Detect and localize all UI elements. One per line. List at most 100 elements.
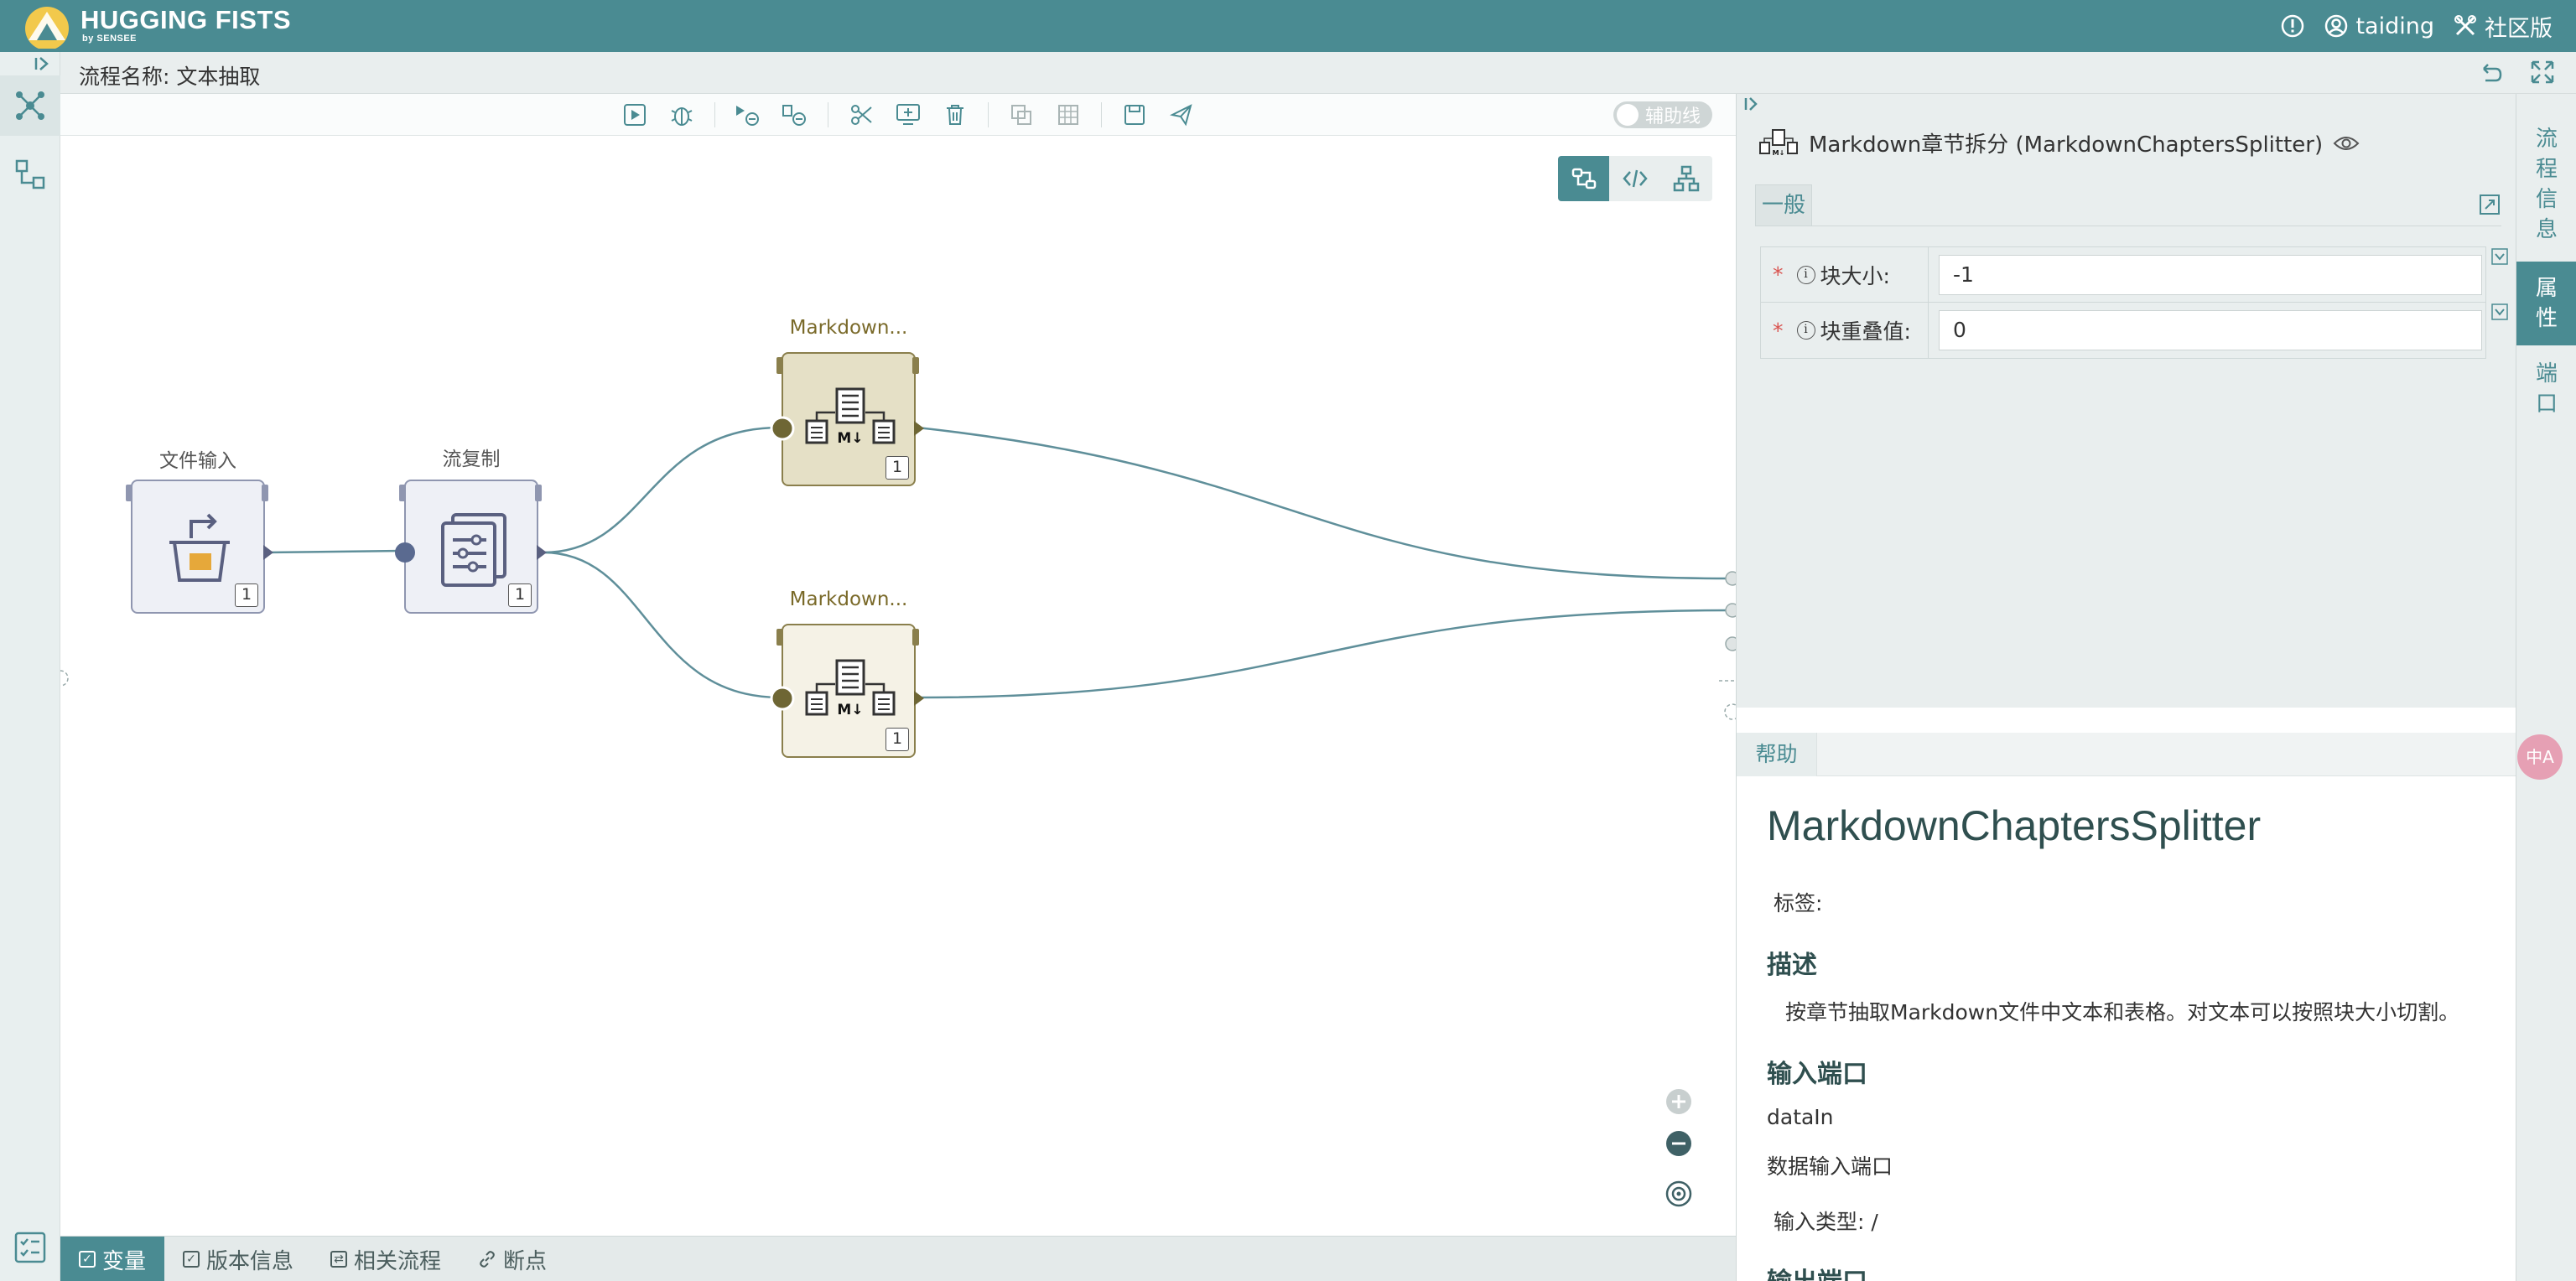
left-rail: [0, 52, 60, 1281]
tools-icon: [2454, 15, 2476, 36]
markdown-splitter-icon: M↓: [805, 659, 896, 718]
help-desc-heading: 描述: [1767, 951, 1817, 980]
dropdown-icon[interactable]: [2491, 248, 2508, 265]
rail-flow-list[interactable]: [0, 144, 60, 205]
help-input-heading: 输入端口: [1767, 1060, 1867, 1089]
chunk-size-input[interactable]: -1: [1939, 254, 2482, 295]
node-handle: [776, 629, 783, 646]
node-count-badge: 1: [508, 583, 532, 607]
input-port[interactable]: [394, 542, 416, 563]
node-handle: [912, 629, 919, 646]
tab-breakpoints[interactable]: 断点: [460, 1237, 565, 1281]
undo-icon[interactable]: [2477, 59, 2504, 86]
rail-tab-properties[interactable]: 属性: [2516, 262, 2576, 345]
node-stream-copy[interactable]: 1: [404, 480, 538, 614]
property-label: * i 块重叠值:: [1761, 303, 1929, 358]
app-logo[interactable]: [22, 3, 72, 49]
bottom-tab-bar: ✓ 变量 ✓ 版本信息 ⇄ 相关流程 断点: [60, 1236, 1736, 1281]
properties-panel: M↓ Markdown章节拆分 (MarkdownChaptersSplitte…: [1736, 94, 2516, 708]
property-row-chunk-size: * i 块大小: -1: [1761, 246, 2485, 303]
alert-button[interactable]: [2280, 13, 2305, 39]
flow-tree-icon: [15, 159, 45, 189]
node-handle: [399, 485, 406, 501]
input-port[interactable]: [770, 686, 795, 711]
svg-text:M↓: M↓: [837, 430, 863, 447]
edge-port[interactable]: [1725, 571, 1736, 586]
tab-related-flows[interactable]: ⇄ 相关流程: [312, 1237, 460, 1281]
markdown-splitter-small-icon: M↓: [1759, 128, 1798, 157]
output-port[interactable]: [914, 421, 926, 436]
node-handle: [535, 485, 542, 501]
node-label-markdown-top: Markdown...: [789, 317, 908, 339]
info-icon[interactable]: i: [1796, 265, 1815, 284]
help-panel: 帮助 MarkdownChaptersSplitter 标签: 描述 按章节抽取…: [1736, 708, 2516, 1281]
svg-text:M↓: M↓: [837, 702, 863, 718]
eye-icon[interactable]: [2333, 133, 2360, 153]
required-marker: *: [1773, 318, 1784, 343]
node-handle: [126, 485, 132, 501]
flow-name-bar: 流程名称: 文本抽取: [60, 52, 2576, 94]
flow-icon: ⇄: [330, 1251, 348, 1268]
edge-port[interactable]: [1724, 703, 1736, 720]
plus-icon: [1666, 1089, 1691, 1114]
output-port[interactable]: [537, 545, 548, 560]
tab-label: 相关流程: [354, 1248, 442, 1274]
checklist-icon: [14, 1232, 46, 1263]
rail-flow-editor[interactable]: [0, 75, 60, 136]
markdown-splitter-icon: M↓: [805, 387, 896, 447]
checkbox-icon: ✓: [79, 1251, 96, 1268]
output-port[interactable]: [263, 545, 275, 560]
edition-menu[interactable]: 社区版: [2453, 10, 2553, 43]
node-markdown-splitter-top[interactable]: M↓ 1: [782, 352, 916, 486]
property-label-text: 块重叠值:: [1820, 319, 1911, 344]
panel-header: M↓ Markdown章节拆分 (MarkdownChaptersSplitte…: [1758, 127, 2360, 158]
fit-view-button[interactable]: [1664, 1179, 1694, 1209]
chunk-overlap-input[interactable]: 0: [1939, 310, 2482, 350]
zoom-in-button[interactable]: [1664, 1087, 1694, 1117]
node-label-stream-copy: 流复制: [442, 449, 501, 470]
dropdown-icon[interactable]: [2491, 303, 2508, 320]
minus-icon: [1666, 1131, 1691, 1156]
flow-canvas[interactable]: 辅助线 文件输入 1 流复制 1 Markdown... M↓ 1 Markdo…: [60, 94, 1736, 1236]
node-count-badge: 1: [886, 728, 909, 751]
help-desc-text: 按章节抽取Markdown文件中文本和表格。对文本可以按照块大小切割。: [1785, 1000, 2460, 1024]
zoom-out-button[interactable]: [1664, 1128, 1694, 1159]
panel-title: Markdown章节拆分 (MarkdownChaptersSplitter): [1809, 132, 2324, 158]
rail-tab-ports[interactable]: 端口: [2516, 359, 2576, 419]
rail-tab-flow-info[interactable]: 流程信息: [2516, 124, 2576, 245]
property-row-chunk-overlap: * i 块重叠值: 0: [1761, 303, 2485, 358]
network-icon: [16, 91, 44, 120]
expand-icon[interactable]: [34, 55, 52, 72]
fullscreen-icon[interactable]: [2529, 59, 2556, 86]
input-port[interactable]: [770, 416, 795, 441]
edge-port[interactable]: [1725, 636, 1736, 651]
help-port-desc: 数据输入端口: [1767, 1154, 1893, 1179]
node-file-input[interactable]: 1: [131, 480, 265, 614]
tab-version-info[interactable]: ✓ 版本信息: [164, 1237, 312, 1281]
expand-panel-icon[interactable]: [2478, 193, 2501, 216]
node-markdown-splitter-bottom[interactable]: M↓ 1: [782, 624, 916, 758]
help-port-name: dataIn: [1767, 1105, 1834, 1129]
tab-variables[interactable]: ✓ 变量: [60, 1237, 165, 1281]
node-label-file-input: 文件输入: [159, 450, 236, 472]
rail-tasks[interactable]: [0, 1217, 60, 1278]
target-icon: [1665, 1180, 1692, 1207]
property-table: * i 块大小: -1 * i 块重叠值: 0: [1760, 246, 2486, 359]
node-count-badge: 1: [886, 456, 909, 480]
edition-label: 社区版: [2485, 15, 2553, 42]
info-icon[interactable]: i: [1796, 321, 1815, 340]
tab-general[interactable]: 一般: [1755, 184, 1812, 226]
help-input-type: 输入类型: /: [1774, 1210, 1878, 1234]
edge-port[interactable]: [60, 670, 69, 687]
property-label: * i 块大小:: [1761, 246, 1929, 303]
collapse-panel-icon[interactable]: [1743, 96, 1760, 112]
tab-label: 变量: [102, 1248, 147, 1274]
output-port[interactable]: [914, 691, 926, 706]
flow-name: 流程名称: 文本抽取: [79, 65, 261, 89]
node-label-markdown-bottom: Markdown...: [789, 589, 908, 610]
required-marker: *: [1773, 262, 1784, 287]
translate-button[interactable]: 中A: [2517, 734, 2563, 780]
user-menu[interactable]: taiding: [2324, 13, 2434, 39]
edge-port[interactable]: [1725, 603, 1736, 618]
tab-help[interactable]: 帮助: [1737, 733, 1817, 776]
